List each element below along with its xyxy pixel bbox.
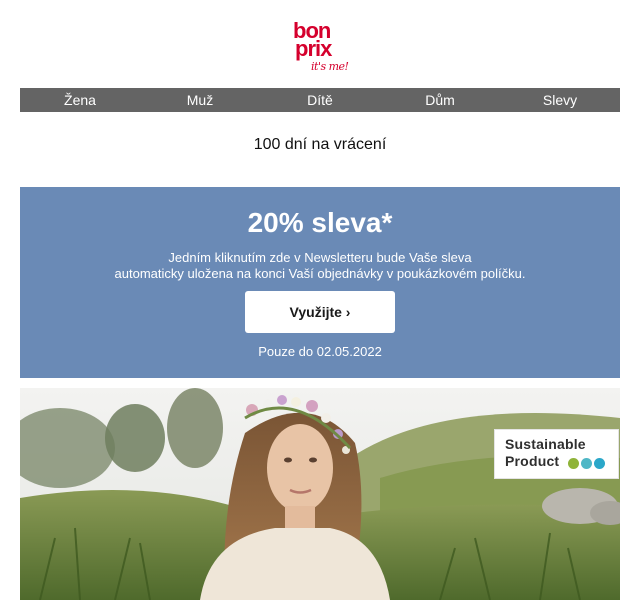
hero-image[interactable] (20, 388, 620, 600)
nav-item-zena[interactable]: Žena (20, 88, 140, 112)
sustainable-product-badge: Sustainable Product (494, 429, 619, 479)
redeem-button[interactable]: Využijte › (245, 291, 395, 333)
hero-photo-illustration (20, 388, 620, 600)
discount-description-line: automaticky uložena na konci Vaší objedn… (114, 266, 526, 281)
main-nav: Žena Muž Dítě Dům Slevy (20, 88, 620, 112)
discount-banner: 20% sleva* Jedním kliknutím zde v Newsle… (20, 187, 620, 378)
bonprix-logo[interactable]: bon prix it's me! (285, 18, 355, 78)
badge-dot-teal (581, 458, 592, 469)
nav-item-dum[interactable]: Dům (380, 88, 500, 112)
badge-dots (568, 458, 605, 469)
validity-note: Pouze do 02.05.2022 (258, 344, 382, 359)
discount-description: Jedním kliknutím zde v Newsletteru bude … (20, 250, 620, 282)
discount-headline: 20% sleva* (247, 207, 393, 238)
badge-line-1: Sustainable (505, 436, 586, 452)
nav-item-dite[interactable]: Dítě (260, 88, 380, 112)
returns-info: 100 dní na vrácení (253, 136, 387, 153)
logo-tagline: it's me! (311, 60, 349, 73)
badge-dot-green (568, 458, 579, 469)
nav-item-slevy[interactable]: Slevy (500, 88, 620, 112)
nav-item-muz[interactable]: Muž (140, 88, 260, 112)
logo-word-prix: prix (295, 36, 332, 61)
badge-dot-blue (594, 458, 605, 469)
discount-description-line: Jedním kliknutím zde v Newsletteru bude … (168, 250, 472, 265)
